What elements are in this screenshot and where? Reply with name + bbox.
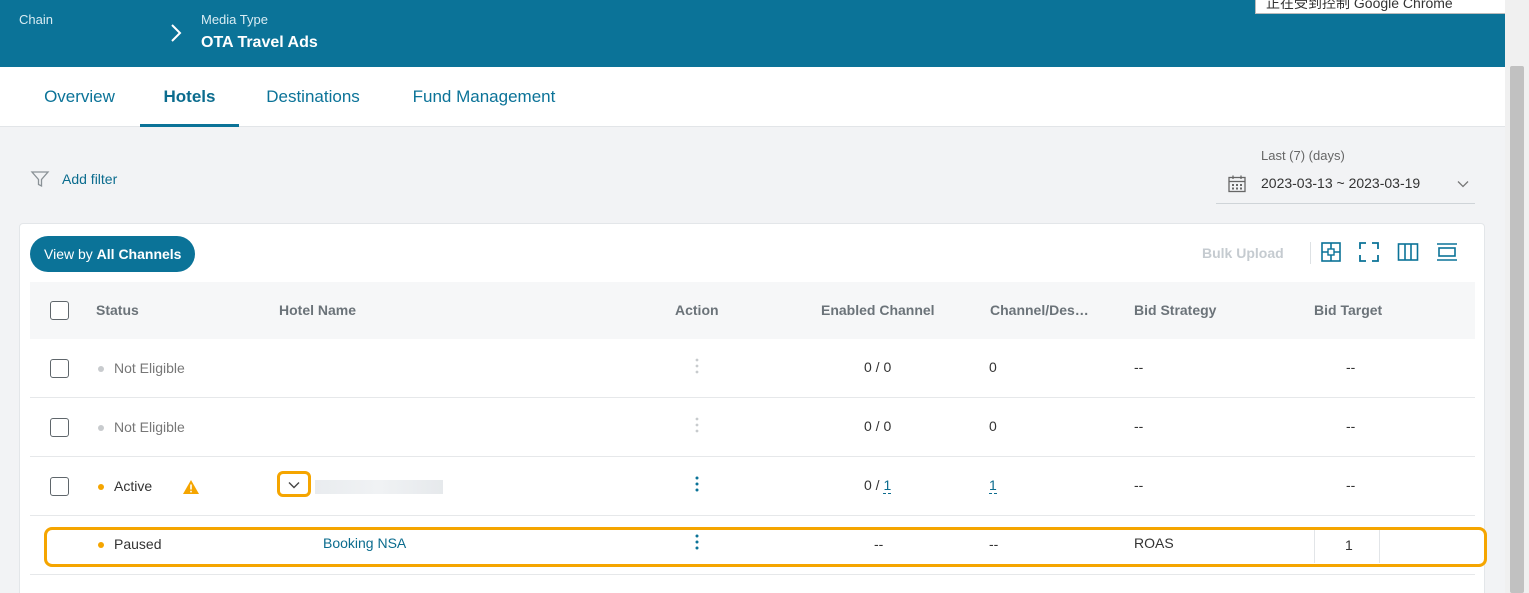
toolbar-divider: [1310, 242, 1311, 264]
more-actions-icon[interactable]: [692, 533, 702, 551]
tab-hotels[interactable]: Hotels: [140, 67, 239, 127]
column-header-channel-destination[interactable]: Channel/Des…: [990, 302, 1089, 318]
channel-destination-link[interactable]: 1: [989, 477, 997, 494]
channel-destination-value: 0: [989, 359, 997, 375]
status-text: Not Eligible: [114, 419, 185, 435]
media-type-label: Media Type: [201, 12, 268, 27]
enabled-channel-link[interactable]: 1: [883, 477, 892, 494]
bid-strategy-value: --: [1134, 418, 1144, 434]
date-range-picker[interactable]: 2023-03-13 ~ 2023-03-19: [1216, 166, 1475, 204]
chevron-down-icon: [1457, 181, 1469, 188]
scrollbar-thumb[interactable]: [1510, 66, 1524, 593]
enabled-channel-value: 0 / 0: [864, 418, 892, 434]
tab-bar: Overview Hotels Destinations Fund Manage…: [0, 67, 1505, 127]
status-dot: [98, 366, 104, 372]
enabled-channel-value: 0 / 0: [864, 359, 892, 375]
page-scrollbar[interactable]: [1505, 0, 1529, 593]
date-range-caption: Last (7) (days): [1261, 148, 1345, 163]
row-checkbox[interactable]: [50, 359, 69, 378]
table-row: Active 0 / 1 1 -- --: [30, 457, 1475, 516]
hotel-name-redacted: [315, 480, 443, 494]
enabled-channel-value: --: [874, 536, 884, 552]
row-checkbox[interactable]: [50, 418, 69, 437]
column-header-enabled-channel[interactable]: Enabled Channel: [821, 302, 935, 318]
view-by-channels-button[interactable]: View by All Channels: [30, 236, 196, 272]
view-by-prefix: View by: [44, 246, 97, 262]
media-type-value: OTA Travel Ads: [201, 34, 318, 51]
bid-target-value: --: [1346, 359, 1356, 375]
bulk-upload-button[interactable]: Bulk Upload: [1202, 245, 1284, 261]
row-checkbox[interactable]: [50, 477, 69, 496]
columns-icon[interactable]: [1397, 241, 1419, 263]
status-dot: [98, 425, 104, 431]
breadcrumb-root[interactable]: Chain: [19, 12, 53, 27]
enabled-channel-value: 0 / 1: [864, 477, 892, 494]
fullscreen-icon[interactable]: [1358, 241, 1380, 263]
select-all-checkbox[interactable]: [50, 301, 69, 320]
more-actions-icon[interactable]: [692, 416, 702, 434]
bid-target-value: --: [1346, 477, 1356, 493]
hotels-table-card: View by All Channels Bulk Upload Status …: [19, 223, 1487, 593]
table-row: Not Eligible 0 / 0 0 -- --: [30, 339, 1475, 398]
column-header-bid-strategy[interactable]: Bid Strategy: [1134, 302, 1216, 318]
tab-fund-management[interactable]: Fund Management: [410, 67, 558, 127]
add-filter-link[interactable]: Add filter: [62, 171, 117, 187]
date-range-value: 2023-03-13 ~ 2023-03-19: [1261, 175, 1421, 191]
tab-overview[interactable]: Overview: [43, 67, 116, 127]
column-header-hotel-name[interactable]: Hotel Name: [279, 302, 356, 318]
chrome-automation-banner: 正在受到控制 Google Chrome: [1255, 0, 1515, 14]
tab-destinations[interactable]: Destinations: [264, 67, 362, 127]
channel-destination-value: --: [989, 536, 999, 552]
expand-rows-icon[interactable]: [1320, 241, 1342, 263]
bid-strategy-value: --: [1134, 477, 1144, 493]
table-row: Paused Booking NSA -- -- ROAS 1: [30, 516, 1475, 575]
bid-strategy-value: ROAS: [1134, 535, 1174, 551]
table-row: Not Eligible 0 / 0 0 -- --: [30, 398, 1475, 457]
top-header: Chain Media Type OTA Travel Ads 正在受到控制 G…: [0, 0, 1515, 67]
chevron-right-icon: [171, 24, 182, 42]
bid-target-value: 1: [1345, 537, 1353, 553]
column-header-status[interactable]: Status: [96, 302, 139, 318]
view-by-value: All Channels: [96, 246, 182, 262]
column-header-bid-target[interactable]: Bid Target: [1314, 302, 1382, 318]
channel-destination-value: 1: [989, 477, 997, 494]
filter-icon[interactable]: [30, 169, 50, 189]
enabled-channel-prefix: 0 /: [864, 477, 884, 493]
bid-target-input[interactable]: 1: [1314, 527, 1380, 563]
status-text: Active: [114, 478, 153, 494]
chevron-down-icon: [288, 482, 300, 489]
column-header-action: Action: [675, 302, 719, 318]
status-dot: [98, 484, 104, 490]
bid-target-value: --: [1346, 418, 1356, 434]
bid-strategy-value: --: [1134, 359, 1144, 375]
table-header: Status Hotel Name Action Enabled Channel…: [30, 282, 1475, 339]
more-actions-icon[interactable]: [692, 475, 702, 493]
calendar-icon: [1228, 175, 1246, 193]
status-dot: [98, 542, 104, 548]
channel-name-link[interactable]: Booking NSA: [323, 535, 406, 551]
more-actions-icon[interactable]: [692, 357, 702, 375]
expand-row-button[interactable]: [277, 471, 311, 497]
status-text: Paused: [114, 536, 162, 552]
row-height-icon[interactable]: [1436, 241, 1458, 263]
warning-icon[interactable]: [182, 479, 200, 495]
channel-destination-value: 0: [989, 418, 997, 434]
status-text: Not Eligible: [114, 360, 185, 376]
